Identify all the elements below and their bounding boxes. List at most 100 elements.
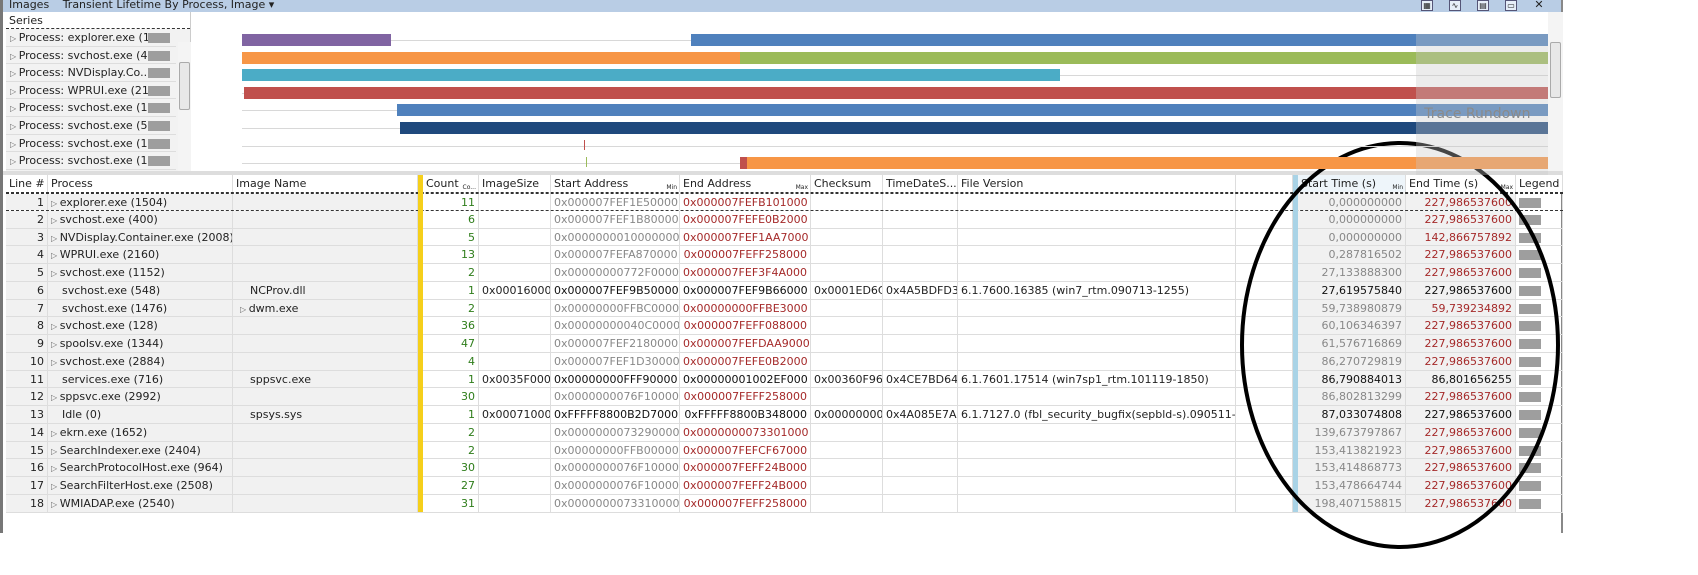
cell-text: 0x000007FEFE0B2000 xyxy=(683,354,808,368)
expand-icon[interactable]: ▷ xyxy=(51,199,60,208)
series-item[interactable]: ▷ Process: svchost.exe (4... xyxy=(6,47,176,65)
column-header-end-address[interactable]: End Address Max xyxy=(680,175,811,192)
expand-icon[interactable]: ▷ xyxy=(51,269,60,278)
view-preset-dropdown[interactable]: Transient Lifetime By Process, Image ▾ xyxy=(63,0,275,11)
series-item[interactable]: ▷ Process: svchost.exe (1... xyxy=(6,99,176,117)
column-header-end-time[interactable]: End Time (s) Max xyxy=(1406,175,1516,192)
cell-start-time: 59,738980879 xyxy=(1298,299,1406,317)
expand-icon[interactable]: ▷ xyxy=(10,157,19,166)
table-row[interactable]: 1 ▷ explorer.exe (1504) 11 0x000007FEF1E500… xyxy=(6,193,1563,211)
group-separator-bar[interactable] xyxy=(418,175,423,512)
series-scrollbar[interactable] xyxy=(178,42,191,175)
cell-text: SearchProtocolHost.exe (964) xyxy=(59,461,223,475)
series-item[interactable]: ▷ Process: svchost.exe (1... xyxy=(6,152,176,170)
lifetime-bar[interactable] xyxy=(242,69,1061,82)
expand-icon[interactable]: ▷ xyxy=(10,52,19,61)
cell-text: svchost.exe (400) xyxy=(59,212,158,226)
column-header-spacer[interactable] xyxy=(1236,175,1293,192)
cell-end-time: 86,801656255 xyxy=(1406,370,1516,388)
cell-text: 8 xyxy=(37,319,44,333)
expand-icon[interactable]: ▷ xyxy=(51,251,60,260)
expand-icon[interactable]: ▷ xyxy=(10,87,19,96)
expand-icon[interactable]: ▷ xyxy=(51,340,60,349)
expand-icon[interactable]: ▷ xyxy=(51,322,60,331)
column-header-count[interactable]: Count Co... xyxy=(423,175,479,192)
cell-end-time: 227,986537600 xyxy=(1406,459,1516,477)
table-row[interactable]: 13 Idle (0) spsys.sys 1 0x00071000 0xFFFFF880… xyxy=(6,406,1563,424)
table-row[interactable]: 15 ▷ SearchIndexer.exe (2404) 2 0x00000000F… xyxy=(6,441,1563,460)
expand-icon[interactable]: ▷ xyxy=(51,500,60,509)
expand-icon[interactable]: ▷ xyxy=(51,482,60,491)
lifetime-bar[interactable] xyxy=(586,157,588,168)
expand-icon[interactable]: ▷ xyxy=(10,69,19,78)
table-row[interactable]: 14 ▷ ekrn.exe (1652) 2 0x0000000073290000 0x… xyxy=(6,423,1563,442)
expand-icon[interactable]: ▷ xyxy=(51,447,60,456)
series-item[interactable]: ▷ Process: svchost.exe (1... xyxy=(6,135,176,153)
cell-start-address: 0x0000000076F10000 xyxy=(551,477,680,494)
expand-icon[interactable]: ▷ xyxy=(10,104,19,113)
lifetime-bar[interactable] xyxy=(400,122,1548,134)
minimize-icon[interactable]: ▭ xyxy=(1505,0,1517,11)
table-row[interactable]: 5 ▷ svchost.exe (1152) 2 0x00000000772F0000… xyxy=(6,264,1563,282)
expand-icon[interactable]: ▷ xyxy=(51,216,60,225)
table-row[interactable]: 8 ▷ svchost.exe (128) 36 0x00000000040C0000… xyxy=(6,317,1563,336)
expand-icon[interactable]: ▷ xyxy=(51,358,60,367)
table-row[interactable]: 6 svchost.exe (548) NCProv.dll 1 0x00016000 0… xyxy=(6,281,1563,300)
table-row[interactable]: 12 ▷ sppsvc.exe (2992) 30 0x0000000076F1000… xyxy=(6,388,1563,407)
cell-end-time: 227,986537600 xyxy=(1406,281,1516,299)
column-header-checksum[interactable]: Checksum xyxy=(811,175,883,192)
lifetime-bar[interactable] xyxy=(242,51,741,64)
expand-icon[interactable]: ▷ xyxy=(51,464,60,473)
table-icon[interactable]: ▤ xyxy=(1477,0,1489,11)
cell-end-address: 0x000007FEFE0B2000 xyxy=(680,210,811,228)
expand-icon[interactable]: ▷ xyxy=(240,305,249,314)
cell-image-name xyxy=(233,441,418,459)
expand-icon[interactable]: ▷ xyxy=(10,140,19,149)
lifetime-graph[interactable]: Trace Rundown xyxy=(193,12,1548,175)
column-header-process[interactable]: Process xyxy=(48,175,233,192)
column-header-image-size[interactable]: ImageSize xyxy=(479,175,551,192)
close-icon[interactable]: ✕ xyxy=(1533,0,1545,11)
cell-time-date-stamp xyxy=(883,194,958,210)
table-row[interactable]: 3 ▷ NVDisplay.Container.exe (2008) 5 0x0000… xyxy=(6,228,1563,247)
series-item[interactable]: ▷ Process: WPRUI.exe (21... xyxy=(6,82,176,100)
column-header-time-date-stamp[interactable]: TimeDateS... xyxy=(883,175,958,192)
series-color-swatch xyxy=(148,120,170,131)
expand-icon[interactable]: ▷ xyxy=(51,393,60,402)
expand-icon[interactable]: ▷ xyxy=(51,429,60,438)
lifetime-bar[interactable] xyxy=(397,104,1548,117)
table-row[interactable]: 9 ▷ spoolsv.exe (1344) 47 0x000007FEF218000… xyxy=(6,335,1563,353)
table-row[interactable]: 17 ▷ SearchFilterHost.exe (2508) 27 0x00000… xyxy=(6,477,1563,495)
column-header-legend[interactable]: Legend xyxy=(1516,175,1563,192)
series-item[interactable]: ▷ Process: explorer.exe (1... xyxy=(6,29,176,47)
table-row[interactable]: 7 svchost.exe (1476) ▷ dwm.exe 2 0x00000000F… xyxy=(6,299,1563,318)
column-header-start-time[interactable]: Start Time (s) Min xyxy=(1298,175,1406,192)
section-label[interactable]: Images xyxy=(9,0,49,11)
expand-icon[interactable]: ▷ xyxy=(51,234,60,243)
cell-file-version xyxy=(958,317,1236,335)
lifetime-bar[interactable] xyxy=(584,139,586,150)
cell-time-date-stamp xyxy=(883,459,958,477)
table-row[interactable]: 10 ▷ svchost.exe (2884) 4 0x000007FEF1D3000… xyxy=(6,352,1563,371)
table-row[interactable]: 11 services.exe (716) sppsvc.exe 1 0x0035F00… xyxy=(6,370,1563,389)
table-row[interactable]: 4 ▷ WPRUI.exe (2160) 13 0x000007FEFA870000 0… xyxy=(6,246,1563,265)
cell-text: 0x000007FEFF24B000 xyxy=(683,479,807,493)
column-header-line-number[interactable]: Line # xyxy=(6,175,48,192)
expand-icon[interactable]: ▷ xyxy=(10,34,19,43)
lifetime-bar[interactable] xyxy=(242,34,391,46)
table-row[interactable]: 18 ▷ WMIADAP.exe (2540) 31 0x00000000733100… xyxy=(6,494,1563,513)
graph-scrollbar[interactable] xyxy=(1548,12,1563,175)
table-graph-icon[interactable]: ▦ xyxy=(1421,0,1433,11)
expand-icon[interactable]: ▷ xyxy=(10,122,19,131)
column-header-file-version[interactable]: File Version xyxy=(958,175,1236,192)
table-row[interactable]: 2 ▷ svchost.exe (400) 6 0x000007FEF1B80000 0… xyxy=(6,210,1563,229)
graph-column-separator-bar[interactable] xyxy=(1293,175,1298,512)
table-row[interactable]: 16 ▷ SearchProtocolHost.exe (964) 30 0x0000… xyxy=(6,459,1563,478)
column-header-start-address[interactable]: Start Address Min xyxy=(551,175,680,192)
lifetime-bar[interactable] xyxy=(243,86,1548,99)
graph-icon[interactable]: ∿ xyxy=(1449,0,1461,11)
series-item[interactable]: ▷ Process: NVDisplay.Co... xyxy=(6,64,176,82)
cell-text: 0x0000000073290000 xyxy=(554,425,680,439)
series-item[interactable]: ▷ Process: svchost.exe (5... xyxy=(6,117,176,135)
column-header-image-name[interactable]: Image Name xyxy=(233,175,418,192)
